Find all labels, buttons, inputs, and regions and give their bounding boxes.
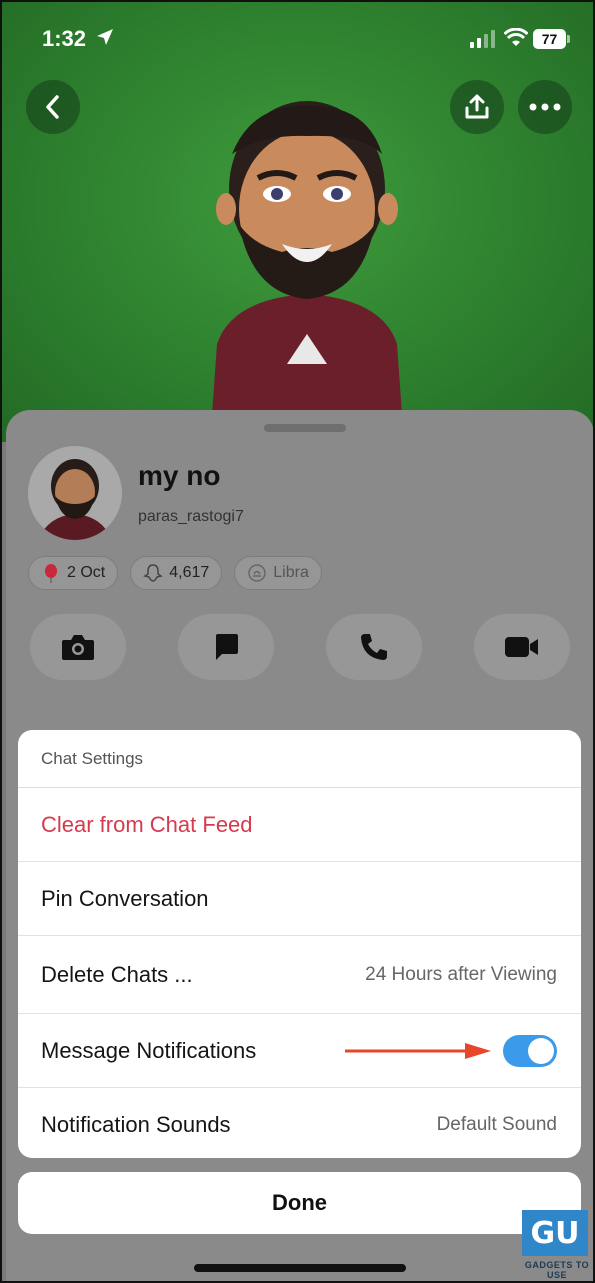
- delete-chats-value: 24 Hours after Viewing: [365, 963, 557, 985]
- back-button[interactable]: [26, 80, 80, 134]
- bitmoji-avatar: [212, 101, 402, 414]
- screen: 1:32 77 my no paras_rastogi7 2 Oct 4,617…: [0, 0, 595, 1283]
- snap-score-chip[interactable]: 4,617: [130, 556, 223, 590]
- notification-sounds-row[interactable]: Notification Sounds Default Sound: [18, 1088, 581, 1158]
- message-notifications-row: Message Notifications: [18, 1014, 581, 1088]
- video-call-button[interactable]: [474, 614, 570, 680]
- done-button[interactable]: Done: [18, 1172, 581, 1234]
- message-notifications-label: Message Notifications: [41, 1037, 257, 1063]
- notification-sounds-value: Default Sound: [436, 1114, 557, 1135]
- watermark-mark: GU: [522, 1210, 588, 1256]
- notification-sounds-label: Notification Sounds: [41, 1112, 231, 1137]
- video-icon: [505, 637, 538, 657]
- delete-chats-label: Delete Chats ...: [41, 961, 193, 987]
- camera-button[interactable]: [30, 614, 126, 680]
- watermark-text: GADGETS TO USE: [524, 1260, 590, 1280]
- toggle-wrap: [343, 1034, 557, 1067]
- annotation-arrow-icon: [345, 1042, 491, 1059]
- sheet-grabber[interactable]: [264, 424, 346, 432]
- delete-chats-row[interactable]: Delete Chats ... 24 Hours after Viewing: [18, 936, 581, 1014]
- call-button[interactable]: [326, 614, 422, 680]
- more-options-button[interactable]: [518, 80, 572, 134]
- pin-conversation-label: Pin Conversation: [41, 885, 209, 911]
- toggle-knob: [528, 1037, 554, 1064]
- zodiac-chip[interactable]: Libra: [234, 556, 322, 590]
- chat-icon: [216, 634, 238, 660]
- message-notifications-toggle[interactable]: [503, 1034, 557, 1067]
- zodiac-label: Libra: [273, 564, 309, 581]
- camera-icon: [62, 635, 94, 660]
- chat-button[interactable]: [178, 614, 274, 680]
- phone-icon: [361, 634, 387, 660]
- avatar-bitmoji-icon: [38, 459, 112, 540]
- share-icon: [465, 94, 489, 119]
- zodiac-icon: [248, 564, 267, 582]
- cellular-signal-icon: [470, 30, 495, 48]
- clear-from-chat-feed-row[interactable]: Clear from Chat Feed: [18, 788, 581, 862]
- profile-chips: 2 Oct 4,617 Libra: [28, 556, 322, 590]
- status-bar: 1:32 77: [2, 2, 593, 72]
- location-arrow-icon: [97, 29, 113, 45]
- profile-name: my no: [138, 460, 221, 491]
- battery-level: 77: [533, 29, 566, 49]
- birthday-label: 2 Oct: [67, 564, 106, 581]
- profile-hero: 1:32 77: [2, 2, 593, 442]
- status-time: 1:32: [42, 26, 87, 51]
- action-buttons: [30, 614, 570, 680]
- balloon-icon: [45, 564, 57, 583]
- birthday-chip[interactable]: 2 Oct: [28, 556, 119, 590]
- chevron-left-icon: [46, 95, 59, 119]
- sheet-title: Chat Settings: [18, 730, 581, 788]
- pin-conversation-row[interactable]: Pin Conversation: [18, 862, 581, 936]
- snap-score-label: 4,617: [169, 564, 210, 581]
- more-dots-icon: [529, 103, 561, 111]
- chat-settings-sheet: Chat Settings Clear from Chat Feed Pin C…: [18, 730, 581, 1158]
- wifi-icon: [504, 28, 528, 46]
- profile-username: paras_rastogi7: [138, 508, 244, 525]
- snap-score-icon: [143, 564, 164, 582]
- avatar[interactable]: [28, 446, 122, 540]
- home-indicator: [194, 1264, 406, 1272]
- watermark-logo: GU GADGETS TO USE: [518, 1210, 593, 1280]
- battery-indicator: 77: [533, 29, 571, 49]
- share-button[interactable]: [450, 80, 504, 134]
- clear-from-chat-feed-label: Clear from Chat Feed: [41, 811, 253, 837]
